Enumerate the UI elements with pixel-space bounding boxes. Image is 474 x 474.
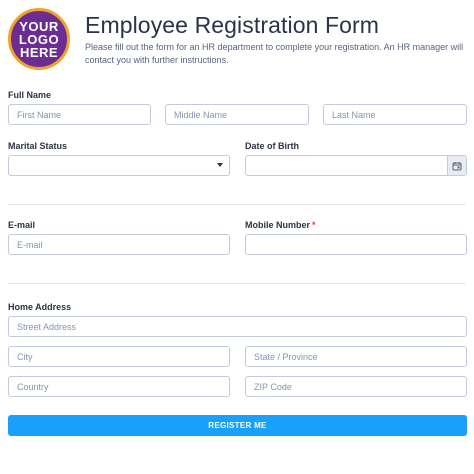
register-button[interactable]: REGISTER ME [8,415,467,436]
mobile-number-label-text: Mobile Number [245,220,311,230]
home-address-label: Home Address [8,302,72,312]
section-divider-2 [8,283,466,284]
last-name-input[interactable] [323,104,467,125]
section-divider-1 [8,204,466,205]
mobile-number-input[interactable] [245,234,467,255]
full-name-label: Full Name [8,90,52,100]
marital-status-label: Marital Status [8,141,68,151]
city-input[interactable] [8,346,230,367]
logo-line-1: YOUR [19,18,59,34]
first-name-input[interactable] [8,104,151,125]
calendar-button[interactable] [447,156,466,175]
logo-line-3: HERE [19,44,59,60]
mobile-number-label: Mobile Number * [245,220,316,230]
company-logo: YOUR LOGO HERE [8,8,70,70]
email-input[interactable] [8,234,230,255]
state-province-input[interactable] [245,346,467,367]
date-of-birth-field[interactable] [245,155,467,176]
country-input[interactable] [8,376,230,397]
page-title: Employee Registration Form [85,12,380,38]
date-of-birth-label: Date of Birth [245,141,299,151]
zip-code-input[interactable] [245,376,467,397]
marital-status-select[interactable] [8,155,230,176]
page-subtitle: Please fill out the form for an HR depar… [85,42,464,65]
middle-name-input[interactable] [165,104,309,125]
email-label: E-mail [8,220,36,230]
required-mark: * [312,220,316,230]
street-address-input[interactable] [8,316,467,337]
calendar-icon [452,161,462,170]
caret-down-icon [217,163,223,167]
logo-line-2: LOGO [18,31,60,47]
